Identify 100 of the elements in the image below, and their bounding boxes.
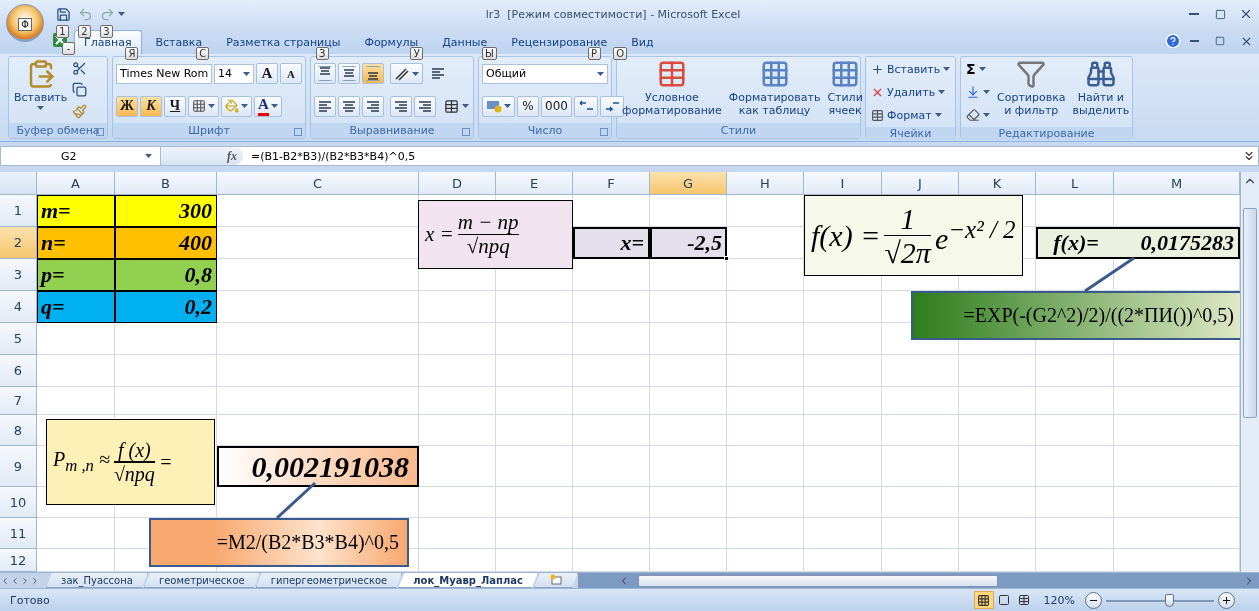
cells-button[interactable]: Вставить xyxy=(869,59,953,79)
cells-button[interactable]: Удалить xyxy=(869,82,953,102)
scissors-icon[interactable] xyxy=(72,60,88,76)
font-style-button[interactable]: Ж xyxy=(116,95,138,117)
row-header[interactable]: 12 xyxy=(0,549,37,572)
sum-button[interactable]: Σ xyxy=(964,59,992,79)
table-cell[interactable]: m= xyxy=(37,195,115,227)
row-header[interactable]: 7 xyxy=(0,387,37,415)
row-header[interactable]: 9 xyxy=(0,446,37,487)
increase-decimal-button[interactable] xyxy=(573,95,598,117)
sheet-tab[interactable]: зак_Пуассона xyxy=(46,573,148,588)
row-header[interactable]: 2 xyxy=(0,227,37,259)
increase-indent-button[interactable] xyxy=(414,95,436,117)
formula-input[interactable]: =(B1-B2*B3)/(B2*B3*B4)^0,5 xyxy=(243,149,1242,163)
table-cell[interactable]: x= xyxy=(573,227,650,259)
styles-button[interactable]: Форматировать как таблицу xyxy=(726,59,823,121)
sheet-tab[interactable]: геометрическое xyxy=(143,573,260,588)
paste-button[interactable]: Вставить xyxy=(12,59,70,121)
row-header[interactable]: 5 xyxy=(0,323,37,355)
column-header[interactable]: I xyxy=(804,172,882,195)
scrollbar-thumb[interactable] xyxy=(1243,208,1257,418)
table-cell[interactable]: f(x)= xyxy=(1036,227,1114,259)
table-cell[interactable]: 400 xyxy=(115,227,217,259)
table-cell[interactable]: 0,002191038 xyxy=(217,446,419,487)
indent-icon xyxy=(418,100,432,112)
row-header[interactable]: 8 xyxy=(0,415,37,446)
group-label: Число xyxy=(479,123,611,138)
styles-button[interactable]: Стили ячеек xyxy=(825,59,865,121)
row-header[interactable]: 10 xyxy=(0,487,37,518)
column-header[interactable]: K xyxy=(959,172,1036,195)
column-header[interactable]: C xyxy=(217,172,419,195)
table-cell[interactable]: 300 xyxy=(115,195,217,227)
view-button[interactable] xyxy=(973,591,994,609)
zoom-thumb[interactable] xyxy=(1164,593,1174,607)
row-header[interactable]: 6 xyxy=(0,355,37,387)
horizontal-align-button[interactable] xyxy=(362,95,384,117)
save-icon xyxy=(55,6,71,22)
decrease-decimal-button[interactable] xyxy=(599,95,624,117)
fill-color-button[interactable] xyxy=(221,95,252,117)
caret-icon xyxy=(243,71,250,76)
column-header[interactable]: A xyxy=(37,172,115,195)
column-header[interactable]: D xyxy=(419,172,496,195)
column-header[interactable]: E xyxy=(496,172,573,195)
font-style-button[interactable]: Ч xyxy=(164,95,186,117)
row-header[interactable]: 3 xyxy=(0,259,37,291)
borders-button[interactable] xyxy=(188,95,219,117)
zoom-level[interactable]: 120% xyxy=(1043,593,1075,607)
caret-icon xyxy=(270,104,278,109)
editing-button[interactable]: Найти и выделить xyxy=(1070,59,1132,125)
horizontal-align-button[interactable] xyxy=(338,95,360,117)
currency-button[interactable] xyxy=(482,95,515,117)
row-header[interactable]: 1 xyxy=(0,195,37,227)
table-cell[interactable]: 0,8 xyxy=(115,259,217,291)
sheet-tab[interactable]: лок_Муавр_Лаплас xyxy=(398,573,538,588)
table-cell[interactable]: 0,2 xyxy=(115,291,217,323)
table-cell[interactable]: n= xyxy=(37,227,115,259)
group-label: Редактирование xyxy=(961,127,1132,140)
copy-icon[interactable] xyxy=(72,82,88,98)
office-button[interactable]: Ф xyxy=(6,4,44,42)
table-cell[interactable]: -2,5 xyxy=(650,227,727,259)
zoom-in-button[interactable] xyxy=(1218,591,1235,609)
styles-button[interactable]: Условное форматирование xyxy=(620,59,724,121)
table-cell[interactable]: 0,0175283 xyxy=(1114,227,1240,259)
vertical-align-button[interactable] xyxy=(338,63,360,85)
expand-icon[interactable] xyxy=(1242,149,1256,163)
fill-handle[interactable] xyxy=(724,256,729,261)
row-header[interactable]: 4 xyxy=(0,291,37,323)
column-header[interactable]: F xyxy=(573,172,650,195)
font-size-field[interactable]: 14 xyxy=(214,63,254,84)
thousands-button[interactable]: 000 xyxy=(541,95,572,117)
orientation-button[interactable] xyxy=(390,63,423,85)
font-name-field[interactable]: Times New Rom xyxy=(116,63,212,84)
help-icon[interactable] xyxy=(1165,33,1181,49)
table-cell[interactable]: q= xyxy=(37,291,115,323)
row-header[interactable]: 11 xyxy=(0,518,37,549)
column-header[interactable]: H xyxy=(727,172,804,195)
scrollbar-thumb[interactable] xyxy=(637,574,998,587)
cells-button[interactable]: Формат xyxy=(869,105,953,125)
percent-button[interactable]: % xyxy=(517,95,539,117)
column-header[interactable]: M xyxy=(1114,172,1240,195)
font-color-button[interactable]: A xyxy=(254,95,282,117)
keytip: 1 xyxy=(56,25,69,38)
horizontal-align-button[interactable] xyxy=(314,95,336,117)
editing-button[interactable]: Сортировка и фильтр xyxy=(995,59,1068,125)
vertical-align-button[interactable] xyxy=(314,63,336,85)
table-cell[interactable]: p= xyxy=(37,259,115,291)
number-format-field[interactable]: Общий xyxy=(482,63,608,84)
decrease-indent-button[interactable] xyxy=(390,95,412,117)
formula-denominator: √2π xyxy=(884,236,931,270)
grow-font-button[interactable]: A xyxy=(256,63,278,85)
sheet-tab[interactable]: гипергеометрическое xyxy=(255,573,403,588)
font-style-button[interactable]: К xyxy=(140,95,162,117)
zoom-out-button[interactable] xyxy=(1085,591,1102,609)
insert-function-button[interactable]: fx xyxy=(227,148,237,164)
shrink-font-button[interactable]: A xyxy=(280,63,302,85)
column-header[interactable]: G xyxy=(650,172,727,195)
column-header[interactable]: J xyxy=(882,172,959,195)
column-header[interactable]: L xyxy=(1036,172,1114,195)
column-header[interactable]: B xyxy=(115,172,217,195)
vertical-align-button[interactable] xyxy=(362,63,384,85)
